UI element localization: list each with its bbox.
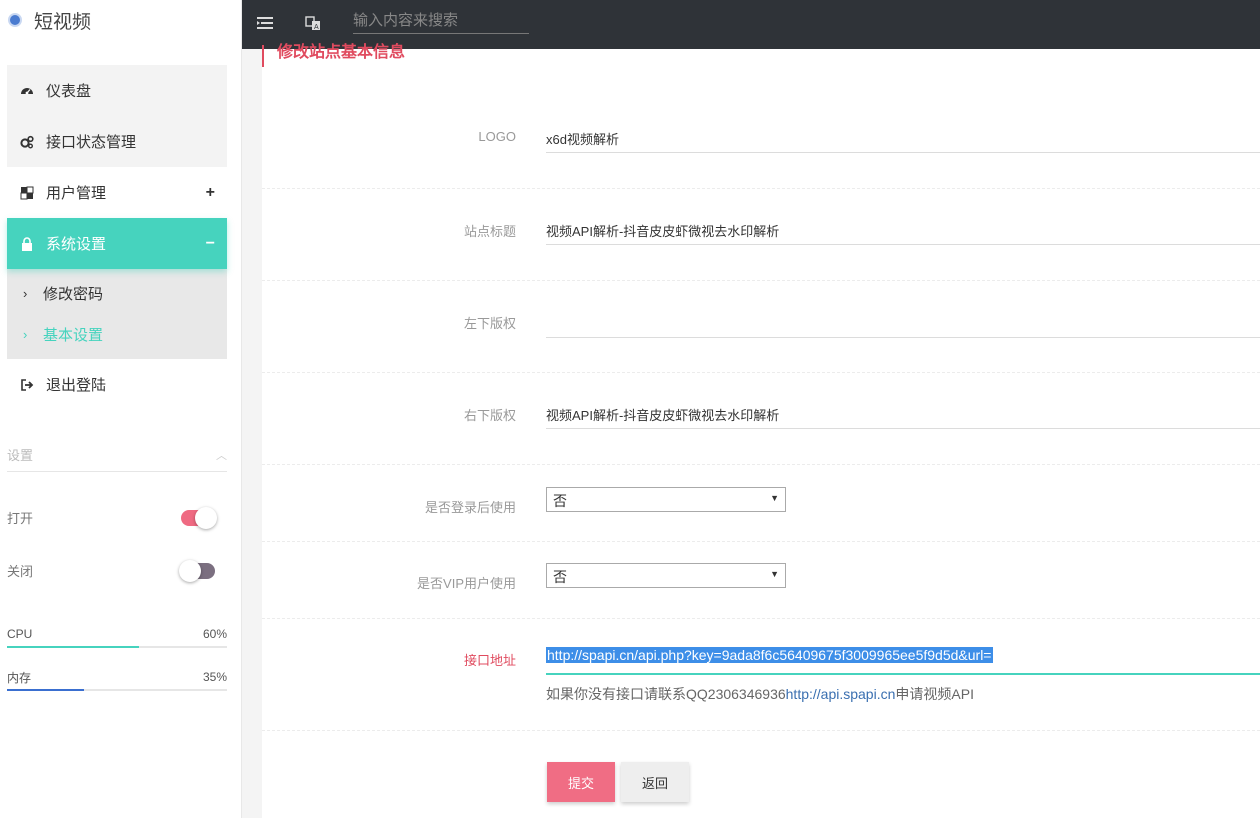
form-row-copyright-right: 右下版权 视频API解析-抖音皮皮虾微视去水印解析: [262, 373, 1260, 465]
translate-icon[interactable]: A: [303, 13, 323, 33]
copyright-left-input[interactable]: [546, 308, 1260, 338]
back-button[interactable]: 返回: [621, 762, 689, 802]
expand-icon[interactable]: +: [206, 184, 215, 202]
submenu-item-label: 基本设置: [43, 327, 104, 344]
submenu-item-basic-settings[interactable]: › 基本设置: [7, 314, 227, 355]
toggle-label: 打开: [7, 511, 34, 526]
form-row-login-required: 是否登录后使用 否 ▼: [262, 465, 1260, 542]
field-label: 是否登录后使用: [424, 500, 516, 515]
help-text-suffix: 申请视频API: [895, 686, 974, 702]
cpu-stat: CPU 60%: [7, 626, 227, 648]
stat-label: 内存: [7, 670, 32, 685]
sidebar-item-logout[interactable]: 退出登陆: [7, 359, 227, 410]
select-value: 否: [553, 493, 567, 509]
dropdown-arrow-icon: ▼: [770, 493, 779, 503]
search-input[interactable]: [353, 8, 529, 34]
cogs-icon: [20, 135, 34, 149]
stat-label: CPU: [7, 627, 33, 641]
sidebar-item-users[interactable]: 用户管理 +: [7, 167, 227, 218]
chevron-right-icon: ›: [23, 327, 28, 342]
select-value: 否: [553, 569, 567, 585]
login-required-select[interactable]: 否 ▼: [546, 487, 786, 512]
form-row-logo: LOGO x6d视频解析: [262, 99, 1260, 189]
stat-percent: 60%: [202, 627, 227, 641]
submit-button[interactable]: 提交: [547, 762, 615, 802]
progress-track: [7, 646, 227, 648]
settings-title: 设置: [7, 448, 34, 463]
app-logo-icon: [8, 13, 22, 27]
form-row-vip-required: 是否VIP用户使用 否 ▼: [262, 542, 1260, 619]
settings-panel-header[interactable]: 设置 ︿: [7, 438, 227, 472]
stat-percent: 35%: [202, 670, 227, 684]
users-icon: [20, 186, 34, 200]
form-row-api-url: 接口地址 http://spapi.cn/api.php?key=9ada8f6…: [262, 619, 1260, 731]
toggle-switch-off[interactable]: [179, 559, 215, 582]
system-settings-submenu: › 修改密码 › 基本设置: [7, 269, 227, 359]
toggle-knob: [195, 506, 217, 529]
dropdown-arrow-icon: ▼: [770, 569, 779, 579]
field-label: 是否VIP用户使用: [417, 576, 516, 591]
sidebar-menu: 仪表盘 接口状态管理 用户管理 + 系统设置 − › 修改密码 › 基本设置 退…: [7, 65, 227, 410]
chevron-right-icon: ›: [23, 286, 28, 301]
cpu-progress-fill: [7, 646, 139, 648]
logo-input[interactable]: x6d视频解析: [546, 123, 1260, 153]
vip-required-select[interactable]: 否 ▼: [546, 563, 786, 588]
api-url-input[interactable]: http://spapi.cn/api.php?key=9ada8f6c5640…: [546, 645, 1260, 675]
logout-icon: [20, 378, 34, 392]
lock-icon: [20, 236, 34, 251]
field-label: 左下版权: [463, 316, 516, 331]
field-label: LOGO: [478, 129, 516, 144]
menu-toggle-icon[interactable]: [255, 13, 275, 33]
field-label: 站点标题: [463, 224, 516, 239]
top-bar: A: [242, 0, 1260, 49]
sidebar-item-label: 仪表盘: [46, 83, 92, 100]
progress-track: [7, 689, 227, 691]
memory-stat: 内存 35%: [7, 669, 227, 691]
brand-title: 短视频: [34, 11, 92, 33]
sidebar: 短视频 仪表盘 接口状态管理 用户管理 + 系统设置 − › 修改密码 › 基本…: [0, 0, 242, 818]
sidebar-item-label: 系统设置: [46, 236, 107, 253]
sidebar-item-label: 接口状态管理: [46, 134, 137, 151]
help-link[interactable]: http://api.spapi.cn: [786, 686, 896, 702]
form-row-copyright-left: 左下版权: [262, 281, 1260, 373]
toggle-row-on: 打开: [7, 506, 227, 529]
sidebar-item-system-settings[interactable]: 系统设置 −: [7, 218, 227, 269]
svg-text:A: A: [314, 24, 319, 31]
brand[interactable]: 短视频: [8, 8, 92, 33]
chevron-up-icon: ︿: [216, 449, 227, 462]
sidebar-item-label: 用户管理: [46, 185, 107, 202]
submenu-item-label: 修改密码: [43, 286, 104, 303]
submenu-item-change-password[interactable]: › 修改密码: [7, 273, 227, 314]
copyright-right-input[interactable]: 视频API解析-抖音皮皮虾微视去水印解析: [546, 399, 1260, 429]
field-label: 接口地址: [463, 653, 516, 668]
collapse-icon[interactable]: −: [206, 235, 215, 253]
toggle-knob: [179, 559, 201, 582]
toggle-row-off: 关闭: [7, 559, 227, 582]
sidebar-item-api-status[interactable]: 接口状态管理: [7, 116, 227, 167]
api-url-value: http://spapi.cn/api.php?key=9ada8f6c5640…: [546, 647, 993, 663]
toggle-switch-on[interactable]: [181, 506, 217, 529]
sidebar-item-label: 退出登陆: [46, 377, 107, 394]
form-row-site-title: 站点标题 视频API解析-抖音皮皮虾微视去水印解析: [262, 189, 1260, 281]
memory-progress-fill: [7, 689, 84, 691]
page-title: 修改站点基本信息: [262, 45, 405, 67]
site-title-input[interactable]: 视频API解析-抖音皮皮虾微视去水印解析: [546, 215, 1260, 245]
sidebar-item-dashboard[interactable]: 仪表盘: [7, 65, 227, 116]
field-label: 右下版权: [463, 408, 516, 423]
help-text: 如果你没有接口请联系QQ2306346936: [546, 686, 786, 702]
toggle-label: 关闭: [7, 564, 34, 579]
dashboard-icon: [20, 84, 34, 98]
api-url-help: 如果你没有接口请联系QQ2306346936http://api.spapi.c…: [546, 684, 974, 704]
main-content: 修改站点基本信息 LOGO x6d视频解析 站点标题 视频API解析-抖音皮皮虾…: [262, 45, 1260, 818]
